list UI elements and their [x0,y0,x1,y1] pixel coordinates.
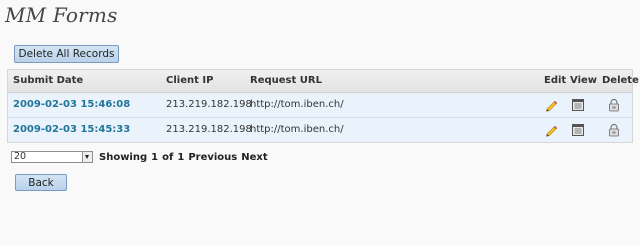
col-view: View [570,75,598,86]
col-client-ip: Client IP [166,75,214,86]
pagination: 20 Showing 1 of 1 Previous Next [11,150,268,164]
pagination-status: Showing 1 of 1 Previous Next [99,152,268,163]
document-view-icon[interactable] [571,123,585,137]
showing-label: Showing [99,151,148,163]
next-link[interactable]: Next [241,152,267,163]
lock-delete-icon[interactable] [607,98,621,112]
per-page-value: 20 [14,151,27,162]
table-header: Submit Date Client IP Request URL Edit V… [8,70,639,93]
client-ip: 213.219.182.198 [166,99,252,110]
document-view-icon[interactable] [571,98,585,112]
pencil-icon[interactable] [544,98,558,112]
total-pages: 1 [177,151,185,163]
col-delete: Delete [602,75,639,86]
records-table: Submit Date Client IP Request URL Edit V… [7,69,639,143]
request-url: http://tom.iben.ch/ [250,99,344,110]
table-row: 2009-02-03 15:45:33 213.219.182.198 http… [8,118,632,142]
request-url: http://tom.iben.ch/ [250,124,344,135]
page-title: MM Forms [5,3,118,27]
col-edit: Edit [544,75,567,86]
pencil-icon[interactable] [544,123,558,137]
client-ip: 213.219.182.198 [166,124,252,135]
chevron-down-icon[interactable] [82,152,92,162]
current-page: 1 [151,151,159,163]
col-submit-date: Submit Date [13,75,84,86]
table-row: 2009-02-03 15:46:08 213.219.182.198 http… [8,93,632,118]
lock-delete-icon[interactable] [607,123,621,137]
of-label: of [162,151,174,163]
per-page-select[interactable]: 20 [11,151,93,163]
previous-link[interactable]: Previous [188,152,237,163]
delete-all-records-button[interactable]: Delete All Records [14,45,119,63]
submit-date-link[interactable]: 2009-02-03 15:46:08 [13,93,130,117]
col-request-url: Request URL [250,75,322,86]
back-button[interactable]: Back [15,174,67,191]
submit-date-link[interactable]: 2009-02-03 15:45:33 [13,118,130,142]
